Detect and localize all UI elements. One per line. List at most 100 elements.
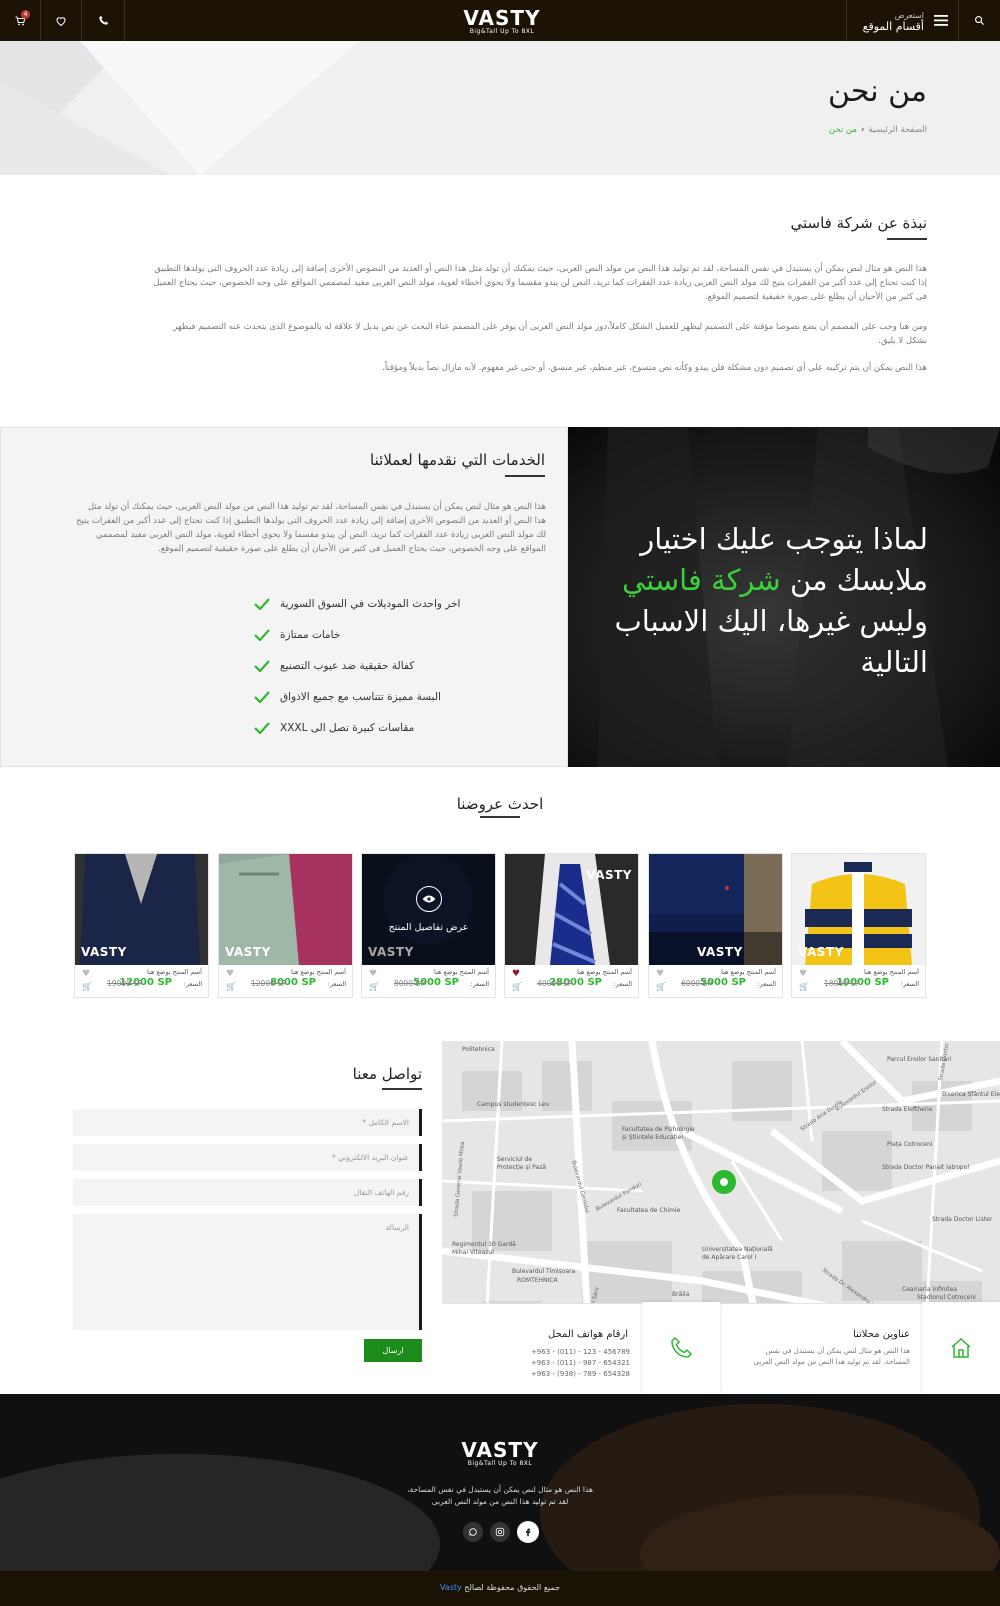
product-image[interactable]: VASTY — [75, 854, 208, 965]
product-watermark: VASTY — [798, 945, 844, 959]
menu-bottom-label: أقسام الموقع — [862, 19, 924, 33]
svg-text:Universitatea Națională: Universitatea Națională — [702, 1246, 773, 1253]
phones-title: ارقام هواتف المحل — [548, 1329, 628, 1340]
why-choose-us-heading: لماذا يتوجب عليك اختيار ملابسك من شركة ف… — [614, 522, 929, 679]
facebook-icon — [525, 1528, 531, 1537]
facebook-link[interactable] — [517, 1521, 539, 1543]
svg-text:Ceainaria Infinitea: Ceainaria Infinitea — [902, 1286, 957, 1293]
whatsapp-link[interactable] — [463, 1522, 483, 1542]
wishlist-heart-icon[interactable]: ♥ — [369, 969, 377, 979]
svg-text:Bulevardul Timișoara: Bulevardul Timișoara — [512, 1268, 576, 1275]
phone-field[interactable]: رقم الهاتف النقال — [73, 1179, 422, 1206]
product-meta: أسم المنتج يوضع هنا السعر: 28000 SP 40000 S… — [505, 965, 638, 998]
add-to-cart-icon[interactable]: 🛒 — [369, 982, 379, 991]
wishlist-heart-icon[interactable]: ♥ — [82, 969, 90, 979]
svg-text:Brăila: Brăila — [672, 1291, 690, 1298]
wishlist-heart-icon[interactable]: ♥ — [226, 969, 234, 979]
check-icon — [254, 629, 270, 641]
product-card[interactable]: VASTY أسم المنتج يوضع هنا السعر: 28000 SP 40… — [504, 853, 639, 998]
site-sections-menu[interactable]: استعرض أقسام الموقع — [846, 0, 958, 41]
product-image[interactable]: VASTY — [219, 854, 352, 965]
add-to-cart-icon[interactable]: 🛒 — [656, 982, 666, 991]
svg-text:Stadionul Cotroceni: Stadionul Cotroceni — [917, 1294, 976, 1301]
product-name[interactable]: أسم المنتج يوضع هنا — [434, 968, 489, 976]
product-image[interactable]: VASTY — [505, 854, 638, 965]
services-heading: الخدمات التي نقدمها لعملائنا — [370, 451, 545, 469]
phone-number[interactable]: +963 - (938) - 789 - 654328 — [520, 1369, 630, 1380]
product-meta: أسم المنتج يوضع هنا السعر: 10000 SP 18000 S… — [792, 965, 925, 998]
product-name[interactable]: أسم المنتج يوضع هنا — [721, 968, 776, 976]
price-label: السعر: — [327, 980, 347, 988]
svg-text:Campus studențesc Leu: Campus studențesc Leu — [477, 1101, 549, 1108]
wishlist-heart-icon[interactable]: ♥ — [512, 969, 520, 979]
service-item-label: خامات ممتازة — [280, 629, 341, 641]
menu-icon — [934, 15, 948, 26]
svg-text:ROMTEHNICA: ROMTEHNICA — [517, 1277, 558, 1284]
product-card[interactable]: VASTY أسم المنتج يوضع هنا السعر: 8000 SP 120… — [218, 853, 353, 998]
cart-button[interactable]: 4 — [0, 0, 41, 41]
phone-button[interactable] — [82, 0, 125, 41]
check-icon — [254, 598, 270, 610]
product-name[interactable]: أسم المنتج يوضع هنا — [147, 968, 202, 976]
product-name[interactable]: أسم المنتج يوضع هنا — [864, 968, 919, 976]
price-label: السعر: — [183, 980, 203, 988]
add-to-cart-icon[interactable]: 🛒 — [82, 982, 92, 991]
message-field[interactable]: الرسالة — [73, 1214, 422, 1330]
services-heading-underline — [505, 475, 545, 477]
product-image[interactable]: VASTY — [649, 854, 782, 965]
phone-number[interactable]: +963 - (011) - 123 - 456789 — [520, 1347, 630, 1358]
footer: VASTY Big&Tall Up To 8XL هذا النص هو مثا… — [0, 1394, 1000, 1571]
product-image[interactable]: VASTY — [792, 854, 925, 965]
svg-text:Facultatea de Chimie: Facultatea de Chimie — [617, 1207, 681, 1214]
copyright-bar: جميع الحقوق محفوظة لصالح Vasty — [0, 1571, 1000, 1606]
product-watermark: VASTY — [697, 945, 743, 959]
product-name[interactable]: أسم المنتج يوضع هنا — [291, 968, 346, 976]
check-icon — [254, 691, 270, 703]
about-heading-underline — [887, 238, 927, 240]
product-name[interactable]: أسم المنتج يوضع هنا — [577, 968, 632, 976]
footer-logo[interactable]: VASTY Big&Tall Up To 8XL — [460, 1440, 540, 1468]
svg-text:Politehnica: Politehnica — [462, 1046, 495, 1053]
menu-top-label: استعرض — [894, 10, 924, 20]
site-logo[interactable]: VASTY Big&Tall Up To 8XL — [462, 8, 542, 36]
address-box — [922, 1302, 1000, 1394]
add-to-cart-icon[interactable]: 🛒 — [226, 982, 236, 991]
search-icon — [975, 16, 985, 26]
svg-text:Strada Doctor Lister: Strada Doctor Lister — [932, 1216, 993, 1223]
product-meta: أسم المنتج يوضع هنا السعر: 8000 SP 12000 SP… — [219, 965, 352, 998]
product-card[interactable]: VASTY عرض تفاصيل المنتج أسم المنتج يوضع هن… — [361, 853, 496, 998]
wishlist-heart-icon[interactable]: ♥ — [799, 969, 807, 979]
offers-heading-underline — [480, 816, 520, 818]
view-details-label[interactable]: عرض تفاصيل المنتج — [362, 922, 495, 933]
service-item-label: كفالة حقيقية ضد عيوب التصنيع — [280, 660, 415, 672]
product-watermark: VASTY — [225, 945, 271, 959]
product-card[interactable]: VASTY أسم المنتج يوضع هنا السعر: 12000 SP 19… — [74, 853, 209, 998]
product-card[interactable]: VASTY أسم المنتج يوضع هنا السعر: 5000 SP 600… — [648, 853, 783, 998]
name-field[interactable]: الاسم الكامل * — [73, 1109, 422, 1136]
product-meta: أسم المنتج يوضع هنا السعر: 5000 SP 6000 SP ♥… — [649, 965, 782, 998]
cart-count-badge: 4 — [21, 10, 30, 19]
service-item: خامات ممتازة — [254, 625, 554, 645]
breadcrumb-separator: ‹ — [860, 125, 865, 135]
send-button[interactable]: ارسال — [364, 1339, 422, 1362]
view-details-button[interactable] — [416, 886, 442, 912]
instagram-link[interactable] — [490, 1522, 510, 1542]
breadcrumb-home-link[interactable]: الصفحة الرئيسية — [868, 125, 927, 135]
product-card[interactable]: VASTY أسم المنتج يوضع هنا السعر: 10000 SP 18… — [791, 853, 926, 998]
svg-text:Mihai Viteazul: Mihai Viteazul — [452, 1249, 494, 1256]
service-item-label: اخر واحدث الموديلات في السوق السورية — [280, 598, 461, 610]
wishlist-heart-icon[interactable]: ♥ — [656, 969, 664, 979]
phone-number[interactable]: +963 - (011) - 987 - 654321 — [520, 1358, 630, 1369]
svg-text:Regimentul 30 Gardă: Regimentul 30 Gardă — [452, 1241, 516, 1248]
product-image[interactable]: VASTY عرض تفاصيل المنتج — [362, 854, 495, 965]
phone-box — [642, 1302, 720, 1394]
copyright-brand-link[interactable]: Vasty — [440, 1583, 462, 1592]
email-field[interactable]: عنوان البريد الالكتروني * — [73, 1144, 422, 1171]
svg-text:de Apărare Carol I: de Apărare Carol I — [702, 1254, 757, 1261]
add-to-cart-icon[interactable]: 🛒 — [799, 982, 809, 991]
service-item: اخر واحدث الموديلات في السوق السورية — [254, 594, 554, 614]
add-to-cart-icon[interactable]: 🛒 — [512, 982, 522, 991]
service-item: مقاسات كبيرة تصل الى XXXL — [254, 718, 554, 738]
wishlist-button[interactable] — [41, 0, 82, 41]
search-button[interactable] — [958, 0, 1000, 41]
